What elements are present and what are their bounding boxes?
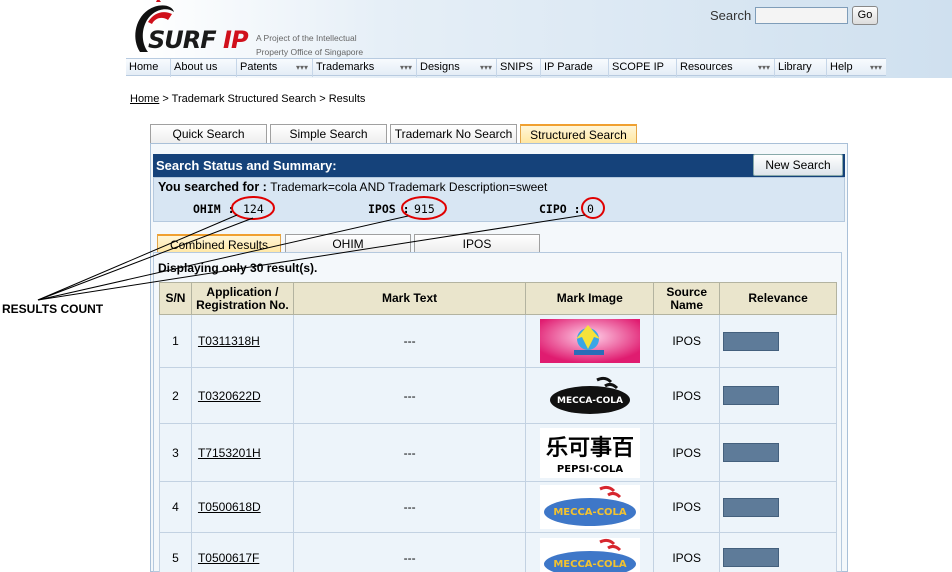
cipo-count-label: CIPO : [539, 202, 581, 216]
nav-designs[interactable]: Designs ▾▾▾ [416, 59, 496, 77]
ipos-count-value: 915 [414, 202, 435, 216]
dropdown-arrow-icon: ▾▾▾ [295, 63, 308, 72]
tab-simple-search[interactable]: Simple Search [270, 124, 387, 143]
table-row: 4 T0500618D --- MECCA-COLA IPOS [159, 481, 837, 533]
application-link[interactable]: T0500617F [198, 551, 259, 565]
main-nav: Home About us Patents ▾▾▾ Trademarks ▾▾▾ D… [126, 58, 886, 77]
header-source-name: Source Name [653, 282, 721, 315]
mark-image-thumbnail[interactable] [539, 319, 640, 363]
row-source: IPOS [653, 532, 721, 572]
row-sn: 5 [159, 532, 192, 572]
breadcrumb-home-link[interactable]: Home [130, 93, 159, 105]
header-mark-text: Mark Text [292, 282, 527, 315]
new-search-button[interactable]: New Search [753, 154, 843, 176]
row-mark-text: --- [292, 367, 527, 424]
logo-wordmark: SURF IP [148, 26, 249, 54]
nav-patents[interactable]: Patents ▾▾▾ [236, 59, 312, 77]
header-sn: S/N [159, 282, 192, 315]
ohim-count-label: OHIM : [193, 202, 235, 216]
tab-quick-search[interactable]: Quick Search [150, 124, 267, 143]
results-count-annotation: RESULTS COUNT [2, 302, 104, 316]
nav-home[interactable]: Home [126, 59, 170, 77]
application-link[interactable]: T0500618D [198, 500, 261, 514]
row-source: IPOS [653, 481, 721, 533]
mark-image-thumbnail[interactable]: MECCA-COLA [539, 537, 640, 572]
cipo-count-value: 0 [587, 202, 594, 216]
nav-ip-parade[interactable]: IP Parade [540, 59, 608, 77]
results-table: S/N Application / Registration No. Mark … [159, 282, 837, 572]
ipos-count-label: IPOS : [368, 202, 410, 216]
row-sn: 1 [159, 314, 192, 368]
dropdown-arrow-icon: ▾▾▾ [399, 63, 412, 72]
relevance-bar [723, 386, 780, 405]
row-source: IPOS [653, 423, 721, 482]
nav-about-us[interactable]: About us [170, 59, 236, 77]
table-row: 5 T0500617F --- MECCA-COLA IPOS [159, 532, 837, 572]
mark-image-text: PEPSI·COLA [557, 464, 623, 475]
relevance-bar [723, 548, 780, 567]
row-sn: 3 [159, 423, 192, 482]
row-sn: 2 [159, 367, 192, 424]
application-link[interactable]: T0320622D [198, 389, 261, 403]
tab-structured-search[interactable]: Structured Search [520, 124, 637, 143]
application-link[interactable]: T0311318H [198, 334, 260, 348]
mark-image-text: MECCA-COLA [553, 559, 627, 570]
mark-image-thumbnail[interactable]: 百事可乐 PEPSI·COLA [539, 427, 640, 478]
row-sn: 4 [159, 481, 192, 533]
mark-image-text: MECCA-COLA [557, 396, 623, 406]
relevance-bar [723, 331, 780, 351]
nav-trademarks[interactable]: Trademarks ▾▾▾ [312, 59, 416, 77]
query-summary: You searched for : Trademark=cola AND Tr… [158, 180, 548, 194]
row-source: IPOS [653, 314, 721, 368]
tab-trademark-no-search[interactable]: Trademark No Search [390, 124, 517, 143]
tab-ohim[interactable]: OHIM [285, 234, 411, 252]
dropdown-arrow-icon: ▾▾▾ [757, 63, 770, 72]
mark-image-thumbnail[interactable]: MECCA-COLA [545, 374, 635, 418]
relevance-bar [723, 497, 780, 517]
tagline: A Project of the Intellectual Property O… [256, 33, 364, 57]
nav-scope-ip[interactable]: SCOPE IP [608, 59, 676, 77]
row-mark-text: --- [292, 314, 527, 368]
nav-library[interactable]: Library [774, 59, 826, 77]
dropdown-arrow-icon: ▾▾▾ [869, 63, 882, 72]
site-search-input[interactable] [755, 7, 848, 24]
breadcrumb: Home > Trademark Structured Search > Res… [130, 93, 366, 105]
go-button[interactable]: Go [852, 6, 878, 25]
tab-combined-results[interactable]: Combined Results [157, 234, 281, 252]
row-mark-text: --- [292, 532, 527, 572]
nav-help[interactable]: Help ▾▾▾ [826, 59, 886, 77]
mark-image-text: MECCA-COLA [553, 507, 627, 518]
table-row: 3 T7153201H --- 百事可乐 PEPSI·COLA IPOS [159, 423, 837, 482]
tab-ipos[interactable]: IPOS [414, 234, 540, 252]
mark-image-text: 百事可乐 [546, 435, 634, 461]
header-relevance: Relevance [719, 282, 837, 315]
nav-snips[interactable]: SNIPS [496, 59, 540, 77]
row-mark-text: --- [292, 481, 527, 533]
ohim-count-value: 124 [243, 202, 264, 216]
header-application-no: Application / Registration No. [190, 282, 294, 315]
displaying-count: Displaying only 30 result(s). [158, 261, 318, 275]
application-link[interactable]: T7153201H [198, 446, 261, 460]
table-row: 2 T0320622D --- MECCA-COLA IPOS [159, 367, 837, 424]
relevance-bar [723, 443, 780, 462]
status-heading: Search Status and Summary: [153, 154, 845, 177]
dropdown-arrow-icon: ▾▾▾ [479, 63, 492, 72]
nav-resources[interactable]: Resources ▾▾▾ [676, 59, 774, 77]
header-mark-image: Mark Image [525, 282, 655, 315]
row-source: IPOS [653, 367, 721, 424]
mark-image-thumbnail[interactable]: MECCA-COLA [539, 485, 640, 529]
row-mark-text: --- [292, 423, 527, 482]
table-row: 1 T0311318H --- IPOS [159, 314, 837, 368]
table-header-row: S/N Application / Registration No. Mark … [159, 282, 837, 315]
site-search-label: Search [710, 8, 752, 23]
